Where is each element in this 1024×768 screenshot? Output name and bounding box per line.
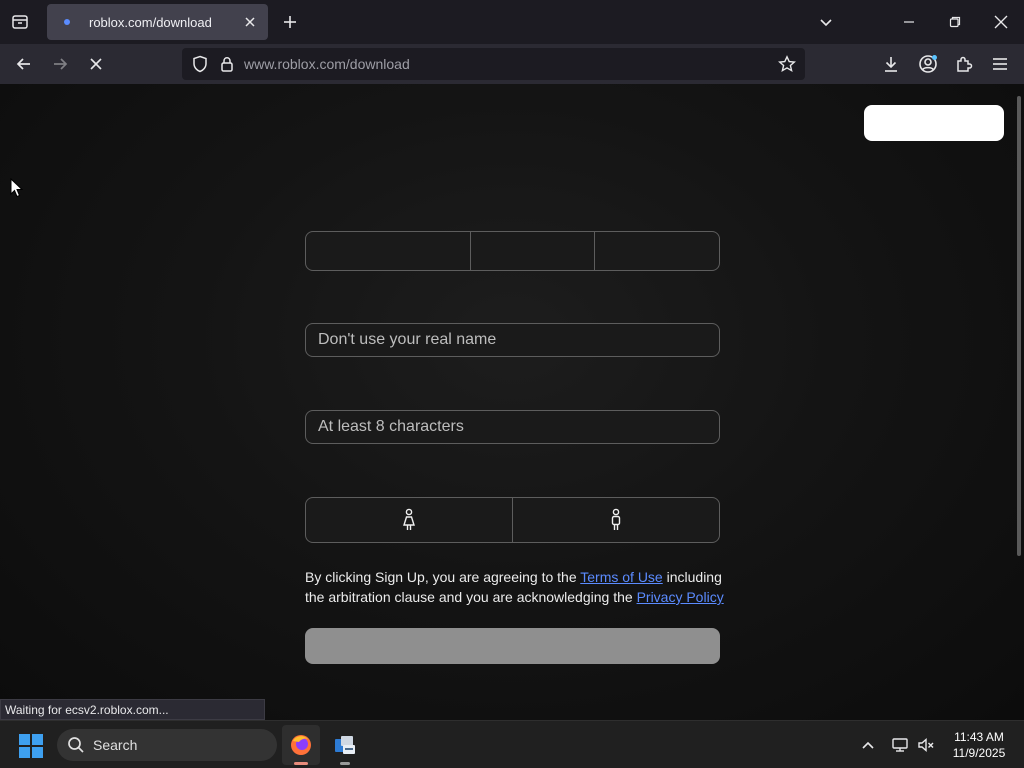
signup-button[interactable]: [305, 628, 720, 664]
screen: roblox.com/download www.roblox.com/downl…: [0, 0, 1024, 768]
list-all-tabs-chevron-icon[interactable]: [810, 6, 842, 38]
status-bar-text: Waiting for ecsv2.roblox.com...: [0, 699, 265, 720]
url-host: www.roblox.com: [244, 56, 346, 72]
network-icon[interactable]: [888, 733, 912, 757]
birthday-selector: [305, 231, 720, 271]
tracking-protection-shield-icon[interactable]: [188, 52, 212, 76]
page-content: By clicking Sign Up, you are agreeing to…: [0, 84, 1024, 720]
forward-arrow-icon[interactable]: [44, 48, 76, 80]
url-path: /download: [345, 56, 410, 72]
username-input[interactable]: [305, 323, 720, 357]
url-text[interactable]: www.roblox.com/download: [244, 56, 410, 72]
gender-female-button[interactable]: [306, 498, 513, 542]
terms-prefix: By clicking Sign Up, you are agreeing to…: [305, 569, 581, 585]
account-icon[interactable]: [912, 48, 944, 80]
back-arrow-icon[interactable]: [8, 48, 40, 80]
window-restore-icon[interactable]: [938, 6, 972, 38]
taskbar: Search 11:43 AM 11/9/2025: [0, 720, 1024, 768]
page-scrollbar[interactable]: [1017, 96, 1021, 556]
loading-favicon-icon: [59, 14, 75, 30]
privacy-policy-link[interactable]: Privacy Policy: [637, 589, 724, 605]
tab-list-icon[interactable]: [4, 6, 36, 38]
password-input[interactable]: [305, 410, 720, 444]
taskbar-search-box[interactable]: Search: [57, 729, 277, 761]
terms-notice: By clicking Sign Up, you are agreeing to…: [305, 567, 725, 607]
hamburger-menu-icon[interactable]: [984, 48, 1016, 80]
tab-strip: roblox.com/download: [0, 0, 1024, 44]
clock-date: 11/9/2025: [952, 746, 1006, 760]
volume-muted-icon[interactable]: [914, 733, 938, 757]
birthday-month-select[interactable]: [306, 232, 471, 270]
male-person-icon: [611, 508, 621, 530]
birthday-day-select[interactable]: [471, 232, 595, 270]
stop-loading-icon[interactable]: [80, 48, 112, 80]
windows-start-icon[interactable]: [18, 733, 44, 759]
extensions-puzzle-icon[interactable]: [948, 48, 980, 80]
downloads-icon[interactable]: [875, 48, 907, 80]
birthday-year-select[interactable]: [595, 232, 719, 270]
gender-male-button[interactable]: [513, 498, 719, 542]
firefox-taskbar-icon[interactable]: [282, 725, 320, 765]
show-hidden-icons-chevron-icon[interactable]: [856, 733, 880, 757]
mouse-cursor-icon: [10, 177, 24, 203]
window-close-icon[interactable]: [984, 6, 1018, 38]
nav-toolbar: www.roblox.com/download: [0, 44, 1024, 84]
address-bar[interactable]: www.roblox.com/download: [182, 48, 805, 80]
taskbar-clock[interactable]: 11:43 AM 11/9/2025: [944, 729, 1014, 761]
new-tab-plus-icon[interactable]: [274, 6, 306, 38]
lock-icon[interactable]: [216, 52, 238, 76]
terms-of-use-link[interactable]: Terms of Use: [580, 569, 662, 585]
header-action-button[interactable]: [864, 105, 1004, 141]
search-icon: [68, 737, 84, 753]
gender-selector: [305, 497, 720, 543]
tab-roblox-download[interactable]: roblox.com/download: [47, 4, 268, 40]
bookmark-star-icon[interactable]: [775, 52, 799, 76]
clock-time: 11:43 AM: [954, 730, 1004, 744]
app-taskbar-icon[interactable]: [326, 725, 364, 765]
tab-title: roblox.com/download: [89, 14, 212, 30]
female-person-icon: [403, 508, 415, 530]
window-minimize-icon[interactable]: [892, 6, 926, 38]
search-label: Search: [93, 737, 138, 753]
tab-close-icon[interactable]: [238, 10, 262, 34]
